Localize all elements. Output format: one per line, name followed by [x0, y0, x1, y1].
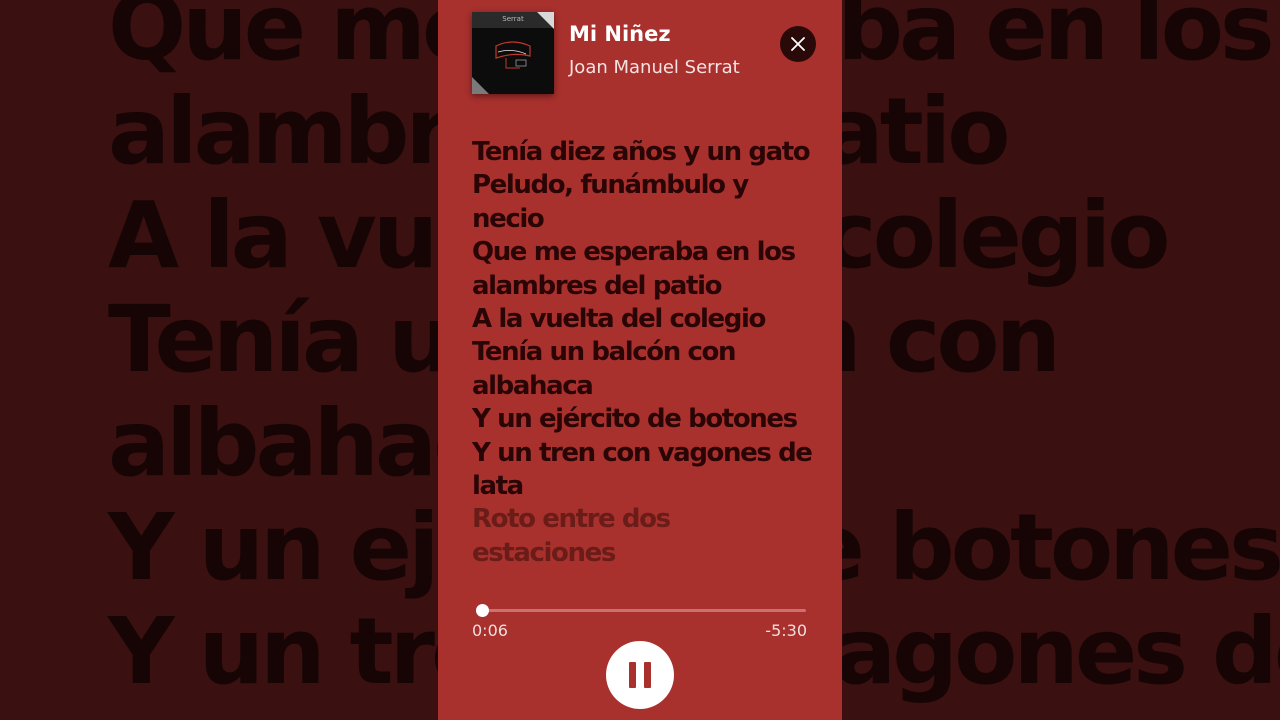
artist-name[interactable]: Joan Manuel Serrat	[569, 57, 740, 78]
close-icon	[791, 37, 805, 51]
close-button[interactable]	[780, 26, 816, 62]
lyric-line: A la vuelta del colegio	[472, 304, 766, 335]
lyric-line: Y un tren con vagones de	[472, 437, 813, 468]
pause-button[interactable]	[606, 641, 674, 709]
lyric-line: albahaca	[472, 370, 594, 401]
lyric-line: Que me esperaba en los	[472, 237, 796, 268]
lyric-line-upcoming: Roto entre dos estaciones	[472, 504, 671, 568]
lyric-line: Tenía diez años y un gato	[472, 137, 811, 167]
lyrics-screen: Que me esperaba en los alambres del pati…	[0, 0, 1280, 720]
lyric-line: lata	[472, 471, 524, 502]
lyric-line: necio	[472, 203, 545, 234]
lyric-line: alambres del patio	[472, 270, 722, 301]
elapsed-time: 0:06	[472, 621, 508, 640]
album-art-illustration	[495, 41, 531, 69]
song-title: Mi Niñez	[569, 22, 671, 46]
lyric-line: Tenía un balcón con	[472, 337, 737, 368]
lyrics-panel: Serrat Mi Niñez Joan Manuel Serrat Tenía…	[438, 0, 842, 720]
lyrics-text: Tenía diez años y un gato Peludo, funámb…	[472, 136, 813, 570]
remaining-time: -5:30	[765, 621, 807, 640]
progress-thumb[interactable]	[475, 604, 489, 617]
lyric-line: Peludo, funámbulo y	[472, 170, 749, 201]
pause-icon	[625, 662, 655, 688]
lyric-line: Y un ejército de botones	[472, 404, 798, 435]
album-art: Serrat	[472, 12, 554, 94]
progress-bar[interactable]	[475, 604, 806, 617]
